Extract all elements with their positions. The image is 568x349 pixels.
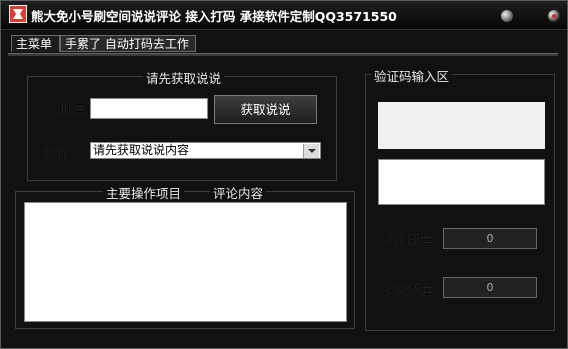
main-ops-title: 主要操作项目 bbox=[103, 183, 185, 202]
fetch-posts-button[interactable]: 获取说说 bbox=[214, 95, 317, 124]
post-select-value: 请先获取说说内容 bbox=[93, 143, 190, 157]
tab-auto-captcha[interactable]: 手累了 自动打码去工作 bbox=[60, 35, 196, 52]
captcha-input[interactable] bbox=[378, 159, 545, 205]
fail-count-label: 失败数量： bbox=[385, 283, 446, 297]
captcha-image bbox=[378, 102, 545, 149]
get-posts-group-title: 请先获取说说 bbox=[143, 68, 225, 87]
post-select-label: 说说： bbox=[43, 146, 80, 160]
comment-content-title: 评论内容 bbox=[210, 183, 267, 202]
captcha-group-title: 验证码输入区 bbox=[371, 66, 453, 85]
tab-main-menu[interactable]: 主菜单 bbox=[11, 35, 60, 52]
qq-account-input[interactable] bbox=[90, 98, 208, 119]
comment-content-textarea[interactable] bbox=[24, 202, 347, 322]
success-count-value: 0 bbox=[443, 228, 537, 249]
title-bar: 熊大免小号刷空间说说评论 接入打码 承接软件定制QQ3571550 bbox=[1, 1, 567, 30]
close-icon[interactable] bbox=[548, 10, 560, 22]
success-count-label: 成功数量： bbox=[385, 233, 446, 247]
app-logo-icon bbox=[9, 5, 27, 23]
chevron-down-icon[interactable] bbox=[303, 144, 319, 158]
minimize-icon[interactable] bbox=[501, 10, 513, 22]
tab-divider bbox=[8, 53, 558, 56]
get-posts-group: 请先获取说说 bbox=[27, 68, 337, 181]
fail-count-value: 0 bbox=[443, 277, 537, 298]
window-title: 熊大免小号刷空间说说评论 接入打码 承接软件定制QQ3571550 bbox=[31, 9, 397, 24]
main-window: 熊大免小号刷空间说说评论 接入打码 承接软件定制QQ3571550 主菜单 手累… bbox=[0, 0, 568, 349]
post-select[interactable]: 请先获取说说内容 bbox=[90, 142, 321, 159]
